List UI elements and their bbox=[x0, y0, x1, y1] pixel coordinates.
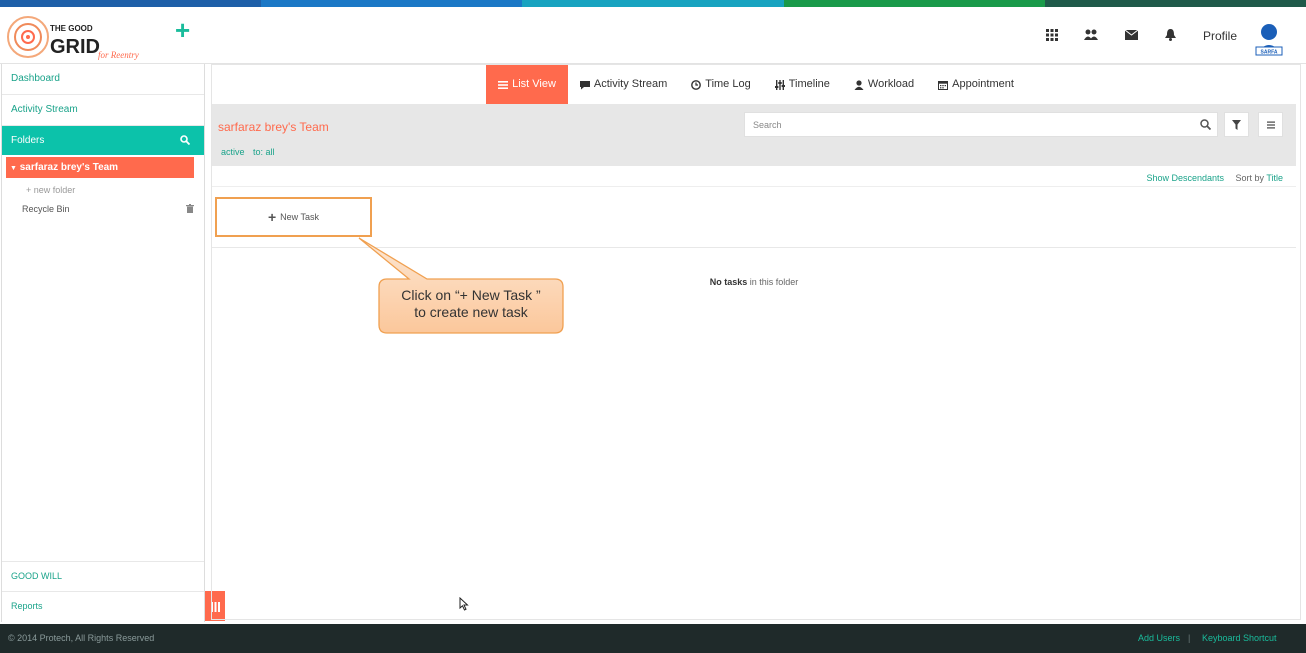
tab-timeline[interactable]: Timeline bbox=[763, 65, 842, 104]
tab-appointment[interactable]: Appointment bbox=[926, 65, 1026, 104]
app-header: THE GOOD GRID for Reentry + Profile SARF… bbox=[0, 7, 1306, 64]
apps-grid-icon[interactable] bbox=[1045, 29, 1059, 43]
tab-label: Appointment bbox=[952, 78, 1014, 90]
plus-icon: + bbox=[267, 209, 277, 225]
folders-header[interactable]: Folders bbox=[2, 126, 204, 155]
recycle-bin-label: Recycle Bin bbox=[22, 204, 70, 214]
stripe-segment-5 bbox=[1044, 0, 1306, 7]
bell-icon[interactable] bbox=[1163, 29, 1177, 43]
empty-message-bold: No tasks bbox=[709, 277, 748, 287]
tab-workload[interactable]: Workload bbox=[842, 65, 926, 104]
filter-icon bbox=[1232, 119, 1241, 130]
filter-status[interactable]: active bbox=[221, 147, 245, 157]
callout-line-2: to create new task bbox=[414, 304, 528, 320]
mouse-cursor-icon bbox=[459, 597, 469, 611]
sidebar-item-reports[interactable]: Reports bbox=[2, 591, 204, 621]
sliders-icon bbox=[774, 79, 785, 90]
folder-title: sarfaraz brey's Team bbox=[218, 120, 329, 134]
tab-label: Activity Stream bbox=[593, 78, 668, 90]
callout-text: Click on “+ New Task ” to create new tas… bbox=[380, 287, 562, 321]
sidebar-item-dashboard[interactable]: Dashboard bbox=[2, 64, 204, 95]
tab-label: Workload bbox=[867, 78, 915, 90]
new-task-button[interactable]: + New Task bbox=[215, 197, 372, 237]
empty-message-rest: in this folder bbox=[747, 277, 799, 287]
profile-link[interactable]: Profile bbox=[1203, 29, 1237, 43]
filter-assignee[interactable]: to: all bbox=[253, 147, 275, 157]
hamburger-icon bbox=[1266, 121, 1275, 128]
stripe-segment-3 bbox=[522, 0, 784, 7]
sort-by-value[interactable]: Title bbox=[1266, 173, 1283, 183]
tab-label: Time Log bbox=[705, 78, 751, 90]
svg-text:for Reentry: for Reentry bbox=[98, 50, 139, 60]
clock-icon bbox=[691, 79, 702, 90]
stripe-segment-1 bbox=[0, 0, 262, 7]
filter-chips: active to: all bbox=[221, 147, 281, 157]
main-panel: List View Activity Stream Time Log Timel… bbox=[211, 64, 1301, 620]
sidebar: Dashboard Activity Stream Folders ▼ sarf… bbox=[1, 64, 205, 622]
caret-down-icon: ▼ bbox=[10, 165, 17, 172]
filter-button[interactable] bbox=[1224, 112, 1249, 137]
folder-item-label: sarfaraz brey's Team bbox=[19, 162, 119, 173]
svg-text:SARFA: SARFA bbox=[1261, 50, 1278, 56]
tab-activity-stream[interactable]: Activity Stream bbox=[568, 65, 679, 104]
menu-button[interactable] bbox=[1258, 112, 1283, 137]
callout-line-1: Click on “+ New Task ” bbox=[401, 287, 541, 303]
svg-text:GRID: GRID bbox=[50, 36, 100, 58]
good-grid-logo[interactable]: THE GOOD GRID for Reentry bbox=[6, 11, 156, 63]
user-icon bbox=[854, 79, 864, 90]
tab-label: List View bbox=[512, 78, 556, 90]
svg-text:THE GOOD: THE GOOD bbox=[50, 24, 93, 33]
flower-icon bbox=[7, 16, 49, 58]
search-icon[interactable] bbox=[180, 135, 190, 145]
list-icon bbox=[498, 80, 509, 89]
search-input[interactable] bbox=[744, 112, 1218, 137]
sort-row: Show Descendants Sort by Title bbox=[212, 167, 1296, 187]
avatar[interactable]: SARFA bbox=[1254, 21, 1284, 57]
recycle-bin-item[interactable]: Recycle Bin bbox=[22, 202, 194, 216]
copyright-text: © 2014 Protech, All Rights Reserved bbox=[8, 633, 155, 643]
keyboard-shortcut-link[interactable]: Keyboard Shortcut bbox=[1202, 633, 1277, 643]
mail-icon[interactable] bbox=[1124, 29, 1138, 43]
tab-label: Timeline bbox=[788, 78, 830, 90]
show-descendants-link[interactable]: Show Descendants bbox=[1146, 173, 1224, 183]
sort-by-label: Sort by bbox=[1235, 173, 1264, 183]
search-icon[interactable] bbox=[1200, 119, 1211, 130]
tab-time-log[interactable]: Time Log bbox=[679, 65, 762, 104]
new-task-label: New Task bbox=[280, 212, 320, 222]
sidebar-item-activity-stream[interactable]: Activity Stream bbox=[2, 95, 204, 126]
stripe-segment-2 bbox=[261, 0, 523, 7]
footer-separator: | bbox=[1188, 633, 1191, 643]
tab-list-view[interactable]: List View bbox=[486, 65, 568, 104]
view-tabs: List View Activity Stream Time Log Timel… bbox=[212, 65, 1300, 104]
users-icon[interactable] bbox=[1084, 29, 1098, 43]
add-users-link[interactable]: Add Users bbox=[1138, 633, 1180, 643]
calendar-icon bbox=[938, 80, 949, 90]
stripe-segment-4 bbox=[783, 0, 1045, 7]
new-folder-link[interactable]: + new folder bbox=[26, 183, 204, 197]
trash-icon[interactable] bbox=[186, 204, 194, 213]
folder-item-team[interactable]: ▼ sarfaraz brey's Team bbox=[6, 157, 194, 178]
folders-label: Folders bbox=[11, 135, 45, 146]
top-color-stripe bbox=[0, 0, 1306, 7]
sidebar-item-good-will[interactable]: GOOD WILL bbox=[2, 561, 204, 591]
add-plus-icon[interactable]: + bbox=[175, 17, 190, 43]
folder-toolbar: sarfaraz brey's Team active to: all bbox=[212, 104, 1296, 166]
sort-by: Sort by Title bbox=[1235, 173, 1283, 183]
footer: © 2014 Protech, All Rights Reserved Add … bbox=[0, 624, 1306, 653]
comment-icon bbox=[579, 80, 590, 89]
